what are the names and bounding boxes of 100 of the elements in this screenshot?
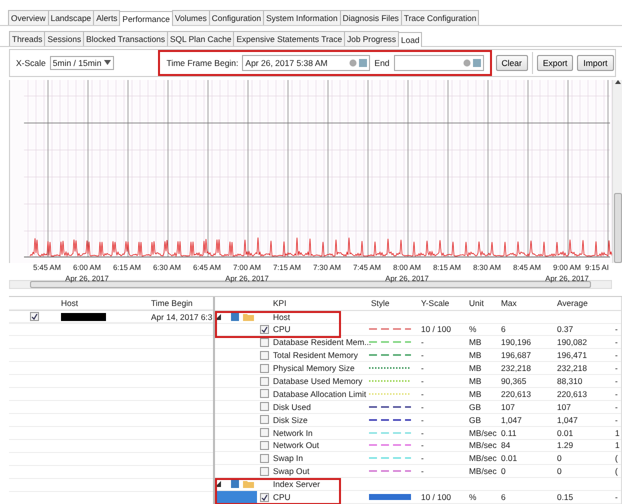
kpi-checkbox[interactable] xyxy=(260,364,268,373)
average-cell-text: 88,310 xyxy=(556,376,584,386)
column-header[interactable]: Unit xyxy=(467,298,499,308)
tab[interactable]: System Information xyxy=(263,10,341,25)
average-cell-text: 0.01 xyxy=(556,428,574,438)
unit-cell-text: % xyxy=(468,492,478,502)
calendar-icon[interactable] xyxy=(472,58,481,67)
tab[interactable]: Threads xyxy=(9,30,46,46)
unit-cell-text: MB/sec xyxy=(468,428,498,438)
kpi-checkbox[interactable] xyxy=(260,324,268,334)
kpi-name: Disk Used xyxy=(272,402,312,412)
tab[interactable]: Landscape xyxy=(48,10,94,25)
kpi-checkbox[interactable] xyxy=(260,428,268,438)
max-cell-text: 6 xyxy=(500,324,507,334)
kpi-checkbox[interactable] xyxy=(260,402,268,412)
export-button[interactable]: Export xyxy=(536,54,574,71)
tab[interactable]: SQL Plan Cache xyxy=(166,30,234,46)
kpi-checkbox[interactable] xyxy=(260,466,268,476)
clear-icon[interactable] xyxy=(462,58,471,67)
column-header[interactable]: Time Begin xyxy=(149,298,215,308)
kpi-name: Physical Memory Size xyxy=(272,363,356,374)
begin-date-field[interactable]: Apr 26, 2017 5:38 AM xyxy=(242,54,370,71)
kpi-checkbox[interactable] xyxy=(260,454,268,463)
kpi-name: Network In xyxy=(272,428,314,438)
tab[interactable]: Load xyxy=(398,32,422,47)
clear-button[interactable]: Clear xyxy=(496,54,528,71)
max-cell-text: 0.01 xyxy=(500,453,518,464)
table-cell-text: - xyxy=(614,337,619,348)
max-cell-text: 84 xyxy=(500,440,512,450)
expand-arrow-icon[interactable] xyxy=(215,314,221,320)
max-cell-text: 90,365 xyxy=(500,376,528,386)
table-cell-text: ( xyxy=(614,453,619,464)
kpi-checkbox[interactable] xyxy=(260,389,268,398)
import-button[interactable]: Import xyxy=(577,54,614,71)
kpi-checkbox[interactable] xyxy=(260,440,268,450)
tab[interactable]: Diagnosis Files xyxy=(340,10,402,25)
column-header[interactable]: Average xyxy=(555,298,613,308)
table-cell-text: - xyxy=(614,492,619,502)
time-frame-begin-label: Time Frame Begin: xyxy=(166,58,238,68)
unit-cell-text: MB xyxy=(468,337,482,348)
column-header[interactable]: Y-Scale xyxy=(419,298,467,308)
average-cell-text: 1.29 xyxy=(556,440,574,450)
max-cell-text: 220,613 xyxy=(500,388,532,399)
y-scale-cell-text: - xyxy=(420,402,425,412)
y-scale-cell-text: - xyxy=(420,453,425,464)
scrollbar[interactable] xyxy=(612,80,622,263)
tab[interactable]: Job Progress xyxy=(344,30,399,46)
y-scale-cell-text: - xyxy=(420,466,425,476)
y-scale-cell-text: 10 / 100 xyxy=(420,324,452,334)
host-checkbox[interactable] xyxy=(30,312,38,322)
max-cell-text: 1,047 xyxy=(500,414,523,425)
folder-icon xyxy=(243,480,254,488)
kpi-checkbox[interactable] xyxy=(260,492,268,502)
expand-arrow-icon[interactable] xyxy=(215,481,221,488)
average-cell-text: 0.37 xyxy=(556,324,574,334)
kpi-name: Database Used Memory xyxy=(272,376,364,386)
max-cell-text: 232,218 xyxy=(500,363,532,374)
table-cell-text: - xyxy=(614,402,619,412)
column-header[interactable]: Max xyxy=(499,298,555,308)
x-scale-label: X-Scale xyxy=(16,58,46,68)
end-date-field[interactable] xyxy=(394,54,484,71)
kpi-checkbox[interactable] xyxy=(260,350,268,360)
kpi-name: CPU xyxy=(272,492,292,502)
calendar-icon[interactable] xyxy=(359,58,368,67)
kpi-name: Swap In xyxy=(272,453,304,464)
table-cell-text: 1 xyxy=(614,428,621,438)
tab[interactable]: Performance xyxy=(119,11,173,26)
unit-cell-text: MB xyxy=(468,388,482,399)
tab[interactable]: Alerts xyxy=(93,10,120,25)
average-cell-text: 220,613 xyxy=(556,388,588,399)
tab[interactable]: Sessions xyxy=(44,30,84,46)
y-scale-cell-text: - xyxy=(420,350,425,360)
max-cell-text: 190,196 xyxy=(500,337,532,348)
tab[interactable]: Overview xyxy=(8,10,49,25)
average-cell-text: 0 xyxy=(556,453,563,464)
tab[interactable]: Trace Configuration xyxy=(400,10,480,25)
y-scale-cell-text: - xyxy=(420,414,425,425)
tab[interactable]: Configuration xyxy=(208,10,264,25)
column-header[interactable]: Host xyxy=(59,298,149,308)
tab[interactable]: Expensive Statements Trace xyxy=(233,30,346,46)
y-scale-cell-text: - xyxy=(420,388,425,399)
kpi-name: Network Out xyxy=(272,440,320,450)
clear-icon[interactable] xyxy=(349,58,358,67)
kpi-checkbox[interactable] xyxy=(260,415,268,424)
time-begin-cell-text: Apr 14, 2017 6:3 xyxy=(150,312,214,322)
y-scale-cell-text: - xyxy=(420,428,425,438)
caret-icon[interactable] xyxy=(104,60,112,66)
scroll-up-arrow-icon[interactable] xyxy=(614,80,620,84)
kpi-checkbox[interactable] xyxy=(260,376,268,386)
kpi-name: Database Allocation Limit xyxy=(272,388,368,399)
kpi-name: Swap Out xyxy=(272,466,310,476)
unit-cell-text: GB xyxy=(468,414,482,425)
column-header[interactable]: KPI xyxy=(271,298,369,308)
kpi-name: Disk Size xyxy=(272,414,309,425)
end-label: End xyxy=(374,58,390,68)
x-scale-dropdown[interactable]: 5min / 15min xyxy=(50,56,114,70)
column-header[interactable]: Style xyxy=(369,298,419,308)
tab[interactable]: Volumes xyxy=(172,10,210,25)
tab[interactable]: Blocked Transactions xyxy=(83,30,168,46)
average-cell-text: 196,471 xyxy=(556,350,588,360)
